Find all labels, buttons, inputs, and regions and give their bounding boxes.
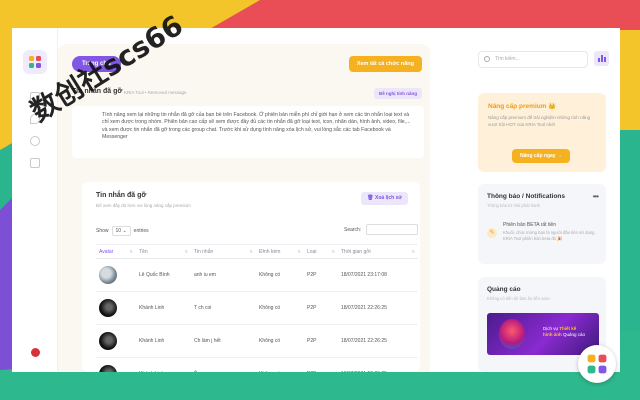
cell-name: Lê Quốc Bình xyxy=(136,258,191,292)
cell-name: Khánh Linh xyxy=(136,357,191,372)
trash-icon: 🗑 xyxy=(367,195,376,201)
cell-type: P2P xyxy=(304,258,338,292)
more-options-icon[interactable]: ••• xyxy=(593,192,599,201)
cell-attachment: Không có xyxy=(256,291,304,325)
table-row[interactable]: Khánh Linh T ch coi Không có P2P 18/07/2… xyxy=(96,291,418,325)
ad-text: Dịch vụ Thiết kế hình ảnh Quảng cáo xyxy=(543,326,586,337)
cell-time: 18/07/2021 22:26:25 xyxy=(338,324,418,358)
search-label: Search: xyxy=(344,227,362,233)
search-placeholder: Tìm kiếm... xyxy=(495,56,520,62)
premium-text: Nâng cấp premium để trải nghiệm những tí… xyxy=(488,115,591,127)
table-row[interactable]: Khánh Linh Ê Không có P2P 18/07/2021 22:… xyxy=(96,357,418,372)
cell-type: P2P xyxy=(304,291,338,325)
feature-request-button[interactable]: Đề nghị tính năng xyxy=(374,88,422,99)
page-size-control: Show 10 ⌄ entries xyxy=(96,226,149,236)
premium-card: Nâng cấp premium 👑 Nâng cấp premium để t… xyxy=(478,93,606,172)
cell-message: Ch làm j hết xyxy=(191,324,256,358)
logout-icon[interactable] xyxy=(31,348,40,357)
brand-logo-icon xyxy=(587,354,607,374)
cell-attachment: Không có xyxy=(256,357,304,372)
clear-history-label: Xoá lịch sử xyxy=(375,195,402,201)
entries-label: entries xyxy=(133,228,149,234)
messages-table: Avatar ⇅ Tên ⇅ Tin nhắn ⇅ Đính kèm ⇅ Loại ⇅ T… xyxy=(96,244,418,372)
main-content: Trang chủ Xem tất cả chức năng Tin nhắn … xyxy=(58,44,430,372)
table-header-row: Avatar ⇅ Tên ⇅ Tin nhắn ⇅ Đính kèm ⇅ Loại ⇅ T… xyxy=(96,244,418,259)
betta-fish-image xyxy=(499,319,525,349)
cell-attachment: Không có xyxy=(256,258,304,292)
card-subtitle: Để xem đầy đủ hơn vui lòng nâng cấp prem… xyxy=(96,203,191,208)
cell-time: 18/07/2021 23:17:08 xyxy=(338,258,418,292)
search-icon xyxy=(484,56,490,62)
notifications-card: Thông báo / Notifications Thông báo từ n… xyxy=(478,184,606,264)
notification-text: Khuổi, chúc mừng bạn là người đầu tiên s… xyxy=(503,230,595,241)
play-icon[interactable] xyxy=(30,136,40,146)
brand-badge xyxy=(578,345,616,383)
stats-button[interactable] xyxy=(594,51,609,66)
avatar xyxy=(99,266,117,284)
cell-time: 18/07/2021 22:26:25 xyxy=(338,291,418,325)
notifications-subtitle: Thông báo từ nhà phát hành xyxy=(487,203,541,208)
cell-attachment: Không có xyxy=(256,324,304,358)
all-features-button[interactable]: Xem tất cả chức năng xyxy=(348,56,422,72)
cell-message: Ê xyxy=(191,357,256,372)
avatar xyxy=(99,365,117,372)
column-header[interactable]: Loại ⇅ xyxy=(304,244,338,259)
check-icon[interactable] xyxy=(30,158,40,168)
cell-type: P2P xyxy=(304,357,338,372)
column-header[interactable]: Đính kèm ⇅ xyxy=(256,244,304,259)
cell-name: Khánh Linh xyxy=(136,324,191,358)
section-subtitle: KRIA Tool • Removed message xyxy=(124,90,187,95)
table-search-input[interactable] xyxy=(366,224,418,235)
pencil-icon: ✎ xyxy=(487,228,497,238)
cell-message: anh iu em xyxy=(191,258,256,292)
column-header[interactable]: Thời gian gởi ⇅ xyxy=(338,244,418,259)
table-row[interactable]: Lê Quốc Bình anh iu em Không có P2P 18/0… xyxy=(96,258,418,292)
notifications-title: Thông báo / Notifications xyxy=(487,193,565,200)
clear-history-button[interactable]: 🗑 Xoá lịch sử xyxy=(361,192,408,205)
cell-type: P2P xyxy=(304,324,338,358)
table-row[interactable]: Khánh Linh Ch làm j hết Không có P2P 18/… xyxy=(96,324,418,358)
column-header[interactable]: Tên ⇅ xyxy=(136,244,191,259)
description-text: Tính năng xem lại những tin nhắn đã gỡ c… xyxy=(102,112,411,140)
cell-time: 18/07/2021 22:26:25 xyxy=(338,357,418,372)
bar-chart-icon xyxy=(597,55,606,62)
logo-icon xyxy=(29,56,41,68)
ads-subtitle: Không có tiền thì làm ăn tiền sao> xyxy=(487,296,551,301)
ads-title: Quảng cáo xyxy=(487,286,521,293)
column-header[interactable]: Avatar ⇅ xyxy=(96,244,136,259)
ad-banner[interactable]: Dịch vụ Thiết kế hình ảnh Quảng cáo xyxy=(487,313,599,355)
avatar xyxy=(99,332,117,350)
premium-title: Nâng cấp premium 👑 xyxy=(488,103,557,110)
column-header[interactable]: Tin nhắn ⇅ xyxy=(191,244,256,259)
card-title: Tin nhắn đã gỡ xyxy=(96,192,147,199)
right-panel: Tìm kiếm... Nâng cấp premium 👑 Nâng cấp … xyxy=(476,44,620,372)
description-box: Tính năng xem lại những tin nhắn đã gỡ c… xyxy=(72,106,424,158)
cell-message: T ch coi xyxy=(191,291,256,325)
avatar xyxy=(99,299,117,317)
page-size-select[interactable]: 10 ⌄ xyxy=(111,226,131,236)
notification-title: Phiên bản BETA rất tiên xyxy=(503,222,556,228)
cell-name: Khánh Linh xyxy=(136,291,191,325)
app-logo[interactable] xyxy=(23,50,47,74)
removed-messages-card: Tin nhắn đã gỡ Để xem đầy đủ hơn vui lòn… xyxy=(82,182,420,372)
global-search-input[interactable]: Tìm kiếm... xyxy=(478,51,588,68)
show-label: Show xyxy=(96,228,109,234)
upgrade-button[interactable]: Nâng cấp ngay → xyxy=(512,149,570,163)
